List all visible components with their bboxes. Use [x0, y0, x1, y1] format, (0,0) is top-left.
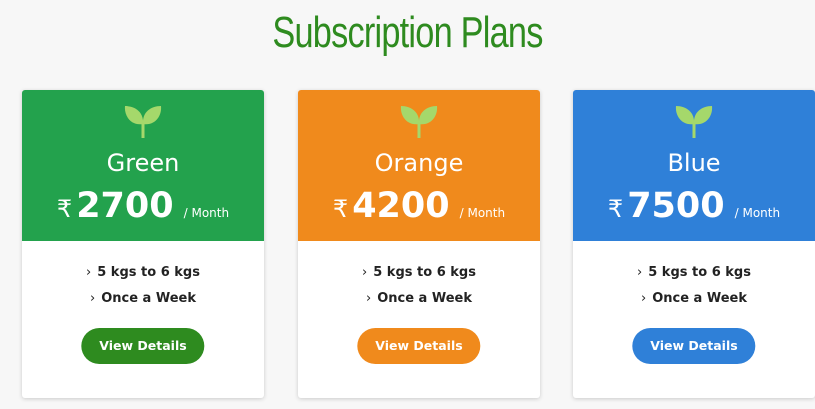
- sprout-icon: [675, 106, 713, 138]
- feature-item: › Once a Week: [298, 286, 540, 312]
- sprout-icon: [124, 106, 162, 138]
- price-row: ₹ 7500 / Month: [573, 186, 815, 226]
- currency-symbol: ₹: [56, 195, 73, 223]
- view-details-button-green[interactable]: View Details: [81, 328, 205, 364]
- feature-item: › 5 kgs to 6 kgs: [22, 260, 264, 286]
- plan-card-header: Blue ₹ 7500 / Month: [573, 90, 815, 241]
- chevron-right-icon: ›: [365, 291, 372, 306]
- plan-features: › 5 kgs to 6 kgs › Once a Week: [573, 260, 815, 312]
- plan-card-header: Green ₹ 2700 / Month: [22, 90, 264, 241]
- plan-name: Green: [106, 149, 180, 177]
- chevron-right-icon: ›: [637, 265, 643, 280]
- feature-text: Once a Week: [377, 291, 472, 306]
- plan-name: Orange: [374, 149, 464, 177]
- plan-card-header: Orange ₹ 4200 / Month: [298, 90, 540, 241]
- sprout-icon: [400, 106, 438, 138]
- plan-features: › 5 kgs to 6 kgs › Once a Week: [298, 260, 540, 312]
- feature-item: › 5 kgs to 6 kgs: [573, 260, 815, 286]
- price-row: ₹ 4200 / Month: [298, 186, 540, 226]
- plan-period: / Month: [734, 206, 781, 220]
- subscription-page: Subscription Plans Green ₹ 2700 / Month …: [0, 0, 815, 409]
- plans-list: Green ₹ 2700 / Month › 5 kgs to 6 kgs › On…: [22, 90, 815, 400]
- chevron-right-icon: ›: [86, 265, 92, 280]
- feature-text: Once a Week: [101, 291, 196, 306]
- plan-card-green: Green ₹ 2700 / Month › 5 kgs to 6 kgs › On…: [22, 90, 264, 398]
- plan-period: / Month: [459, 206, 506, 220]
- feature-text: 5 kgs to 6 kgs: [648, 265, 751, 280]
- view-details-button-orange[interactable]: View Details: [357, 328, 481, 364]
- feature-text: 5 kgs to 6 kgs: [373, 265, 476, 280]
- feature-text: Once a Week: [652, 291, 747, 306]
- price-row: ₹ 2700 / Month: [22, 186, 264, 226]
- plan-card-orange: Orange ₹ 4200 / Month › 5 kgs to 6 kgs › O…: [298, 90, 540, 398]
- plan-card-blue: Blue ₹ 7500 / Month › 5 kgs to 6 kgs › Onc…: [573, 90, 815, 398]
- feature-item: › 5 kgs to 6 kgs: [298, 260, 540, 286]
- plan-period: / Month: [183, 206, 230, 220]
- plan-features: › 5 kgs to 6 kgs › Once a Week: [22, 260, 264, 312]
- plan-price: 7500: [627, 186, 725, 226]
- feature-item: › Once a Week: [573, 286, 815, 312]
- currency-symbol: ₹: [332, 195, 349, 223]
- plan-price: 2700: [76, 186, 174, 226]
- view-details-button-blue[interactable]: View Details: [632, 328, 756, 364]
- chevron-right-icon: ›: [89, 291, 96, 306]
- chevron-right-icon: ›: [362, 265, 368, 280]
- feature-text: 5 kgs to 6 kgs: [97, 265, 200, 280]
- feature-item: › Once a Week: [22, 286, 264, 312]
- plan-name: Blue: [667, 149, 721, 177]
- chevron-right-icon: ›: [640, 291, 647, 306]
- currency-symbol: ₹: [607, 195, 624, 223]
- page-title: Subscription Plans: [272, 8, 543, 57]
- plan-price: 4200: [352, 186, 450, 226]
